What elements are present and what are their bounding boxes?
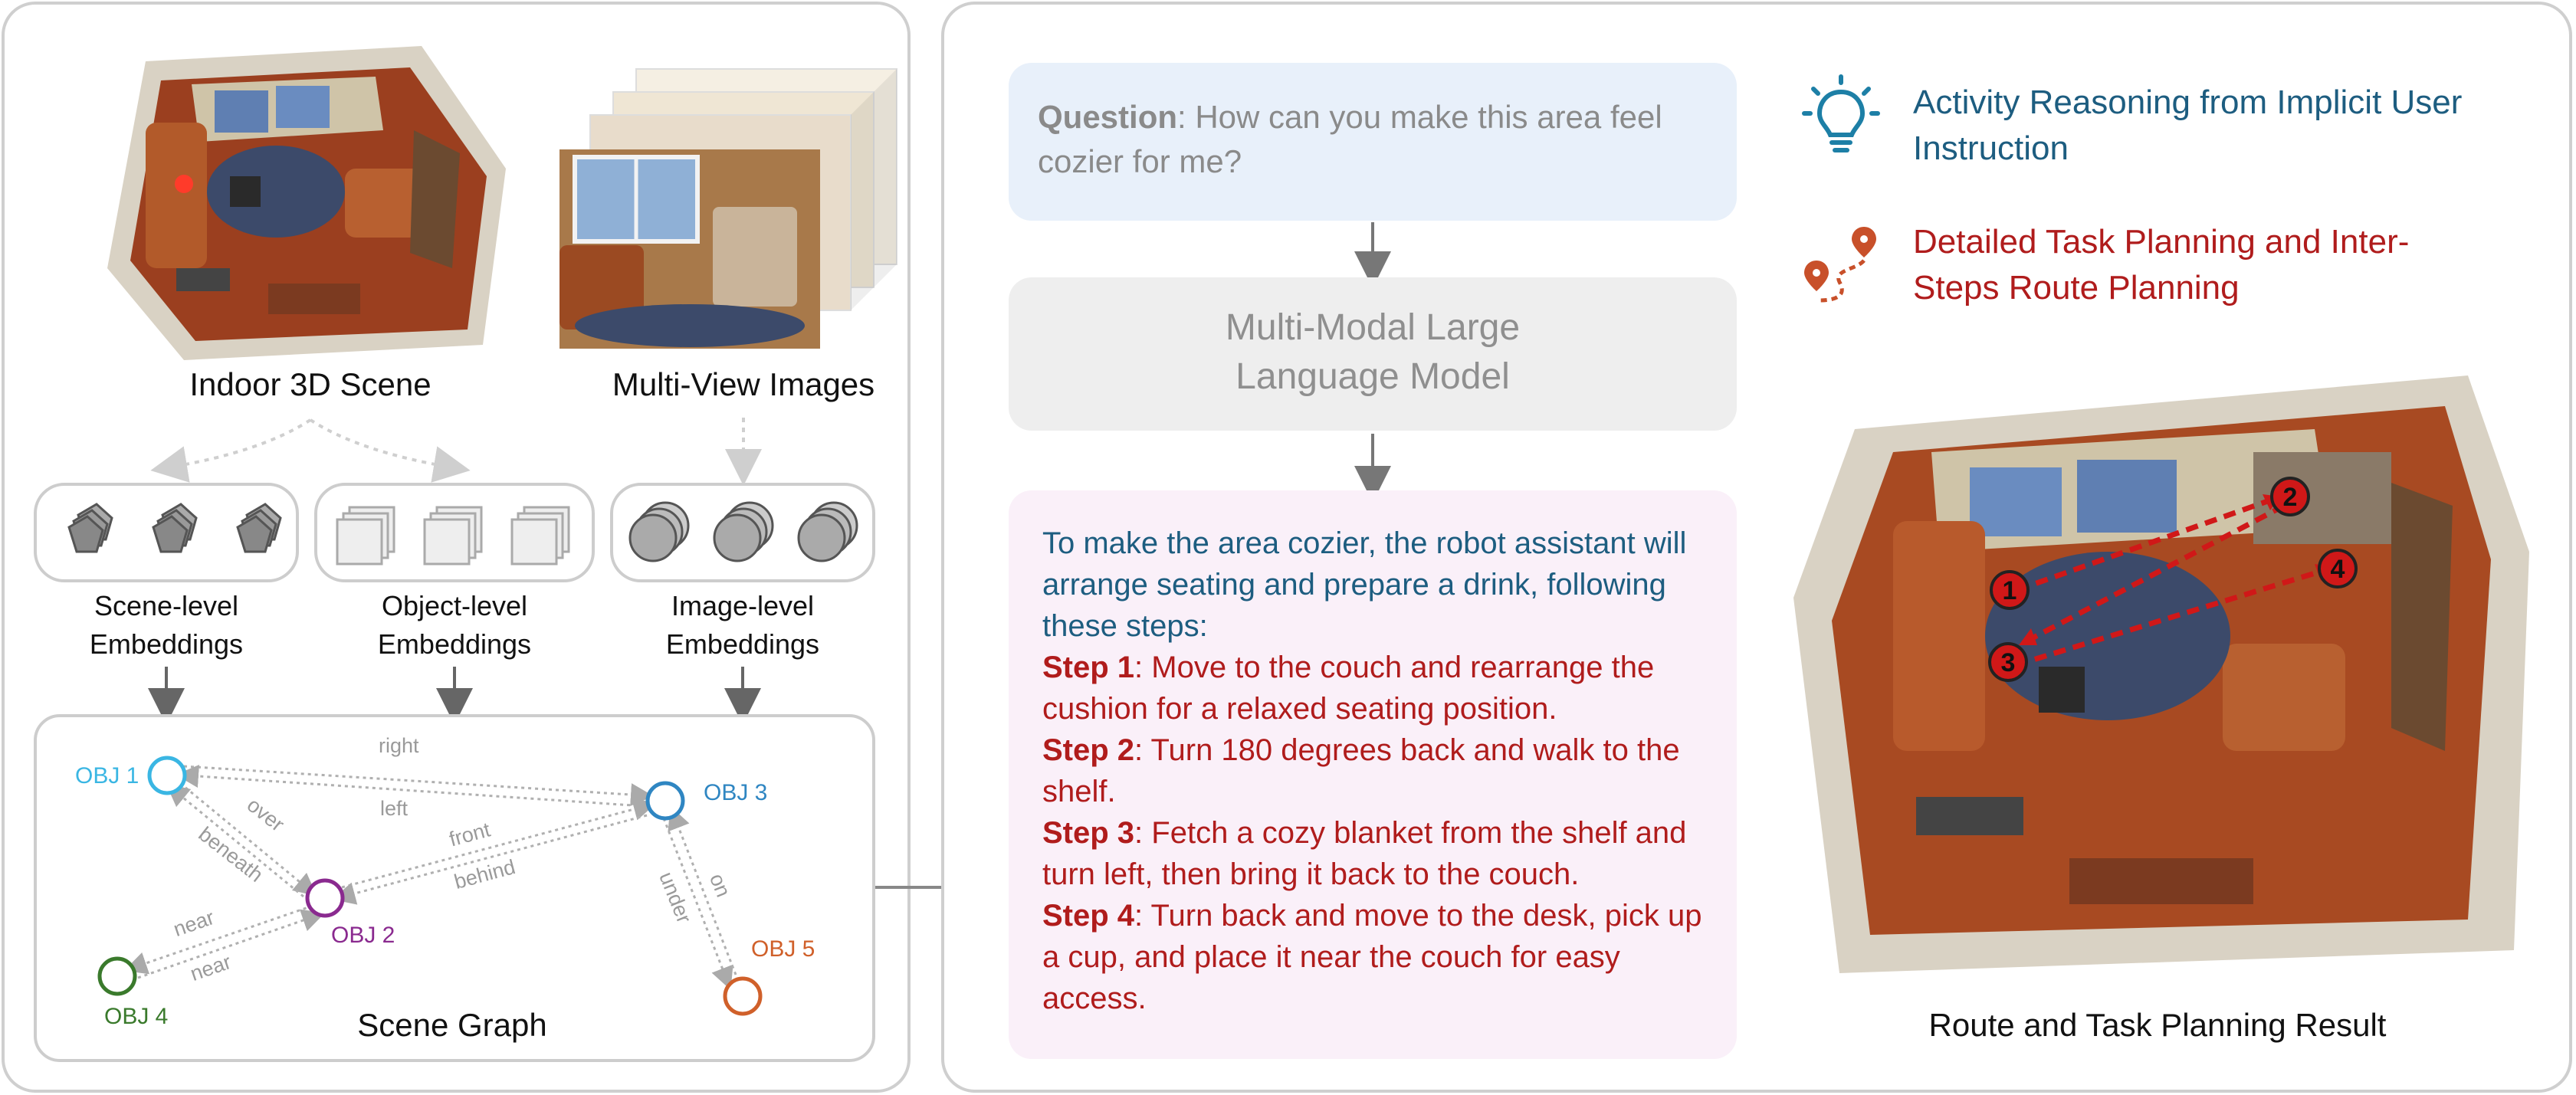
mllm-box: Multi-Modal Large Language Model (1009, 277, 1737, 431)
step-3-text: : Fetch a cozy blanket from the shelf an… (1042, 816, 1687, 891)
mllm-line1: Multi-Modal Large (1225, 307, 1521, 348)
route-marker-3: 3 (2000, 648, 2016, 677)
answer-step-1: Step 1: Move to the couch and rearrange … (1042, 647, 1706, 729)
route-marker-2: 2 (2282, 483, 2298, 512)
route-marker-4: 4 (2330, 555, 2345, 584)
step-4-label: Step 4 (1042, 899, 1135, 933)
step-2-text: : Turn 180 degrees back and walk to the … (1042, 733, 1680, 808)
legend-activity-text: Activity Reasoning from Implicit User In… (1913, 84, 2463, 167)
answer-intro: To make the area cozier, the robot assis… (1042, 526, 1687, 643)
step-3-label: Step 3 (1042, 816, 1135, 850)
step-1-label: Step 1 (1042, 651, 1135, 684)
result-caption: Route and Task Planning Result (1928, 1007, 2387, 1043)
step-1-text: : Move to the couch and rearrange the cu… (1042, 651, 1655, 726)
answer-step-4: Step 4: Turn back and move to the desk, … (1042, 895, 1706, 1019)
answer-step-2: Step 2: Turn 180 degrees back and walk t… (1042, 729, 1706, 812)
route-icon (1804, 227, 1876, 303)
mllm-line2: Language Model (1235, 356, 1510, 397)
answer-box: To make the area cozier, the robot assis… (1009, 490, 1737, 1059)
step-2-label: Step 2 (1042, 733, 1135, 767)
route-result-image (1793, 375, 2529, 973)
legend-route-text: Detailed Task Planning and Inter-Steps R… (1913, 223, 2410, 307)
lightbulb-icon (1802, 74, 1880, 152)
step-4-text: : Turn back and move to the desk, pick u… (1042, 899, 1702, 1015)
route-marker-1: 1 (2002, 576, 2017, 605)
answer-step-3: Step 3: Fetch a cozy blanket from the sh… (1042, 812, 1706, 895)
